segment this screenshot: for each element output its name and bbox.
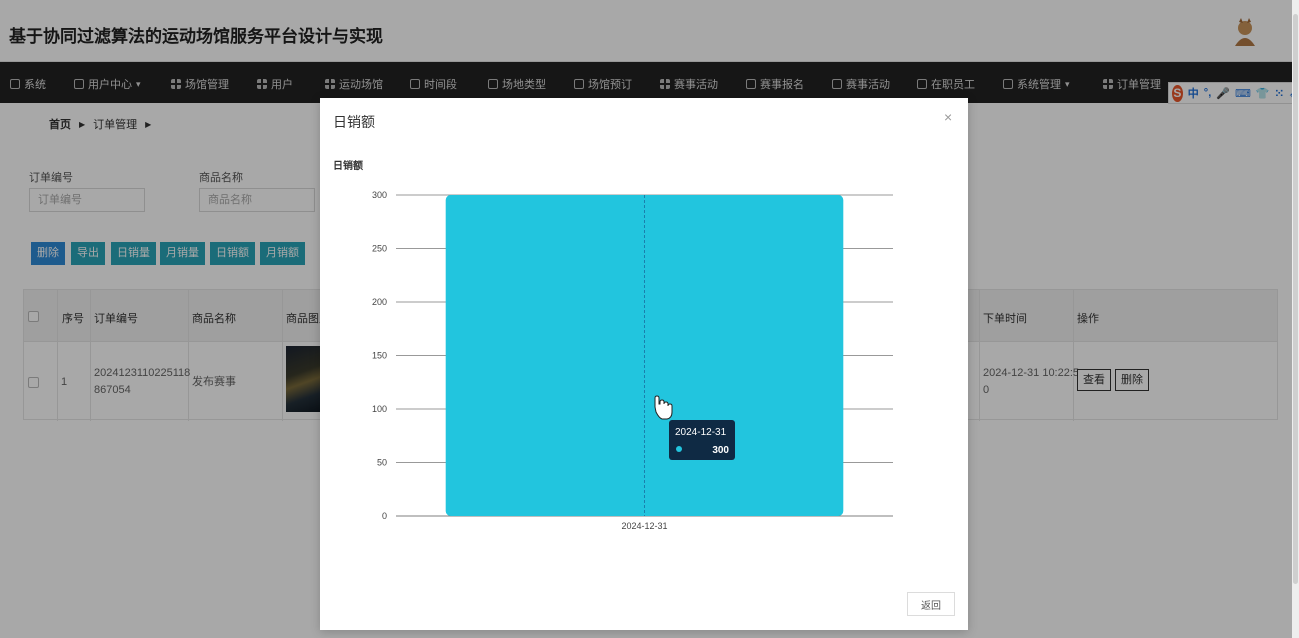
close-icon[interactable]: × (944, 109, 952, 125)
tooltip-label: 2024-12-31 (675, 427, 727, 438)
chart-title: 日销额 (333, 161, 363, 172)
y-tick-label: 0 (382, 511, 387, 521)
scrollbar-thumb[interactable] (1293, 14, 1298, 584)
y-tick-label: 300 (372, 190, 387, 200)
y-tick-label: 100 (372, 404, 387, 414)
sales-chart: 0 50 100 150 200 250 300 2024-12-31 2024-12-31 30… (372, 190, 893, 531)
x-tick-label: 2024-12-31 (621, 521, 667, 531)
modal-title: 日销额 (333, 114, 375, 130)
sales-modal: 日销额 × 日销额 0 50 100 150 200 250 300 2024-12-31 20… (320, 98, 968, 630)
y-tick-label: 200 (372, 297, 387, 307)
return-button[interactable]: 返回 (907, 592, 955, 616)
tooltip-value: 300 (712, 445, 729, 456)
y-tick-label: 150 (372, 351, 387, 361)
y-tick-label: 250 (372, 244, 387, 254)
y-tick-label: 50 (377, 458, 387, 468)
tooltip-marker (676, 446, 682, 452)
